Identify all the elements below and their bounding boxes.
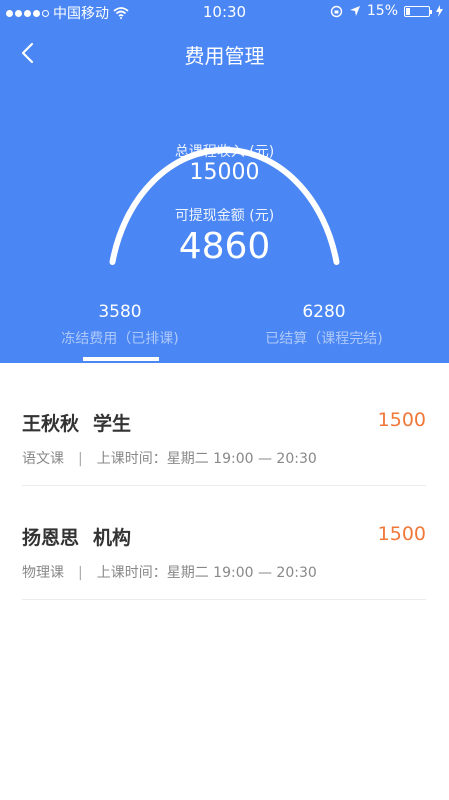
- list-item[interactable]: 王秋秋 学生 1500 语文课 | 上课时间：星期二 19:00 — 20:30: [22, 371, 426, 486]
- withdrawable-value: 4860: [178, 226, 271, 267]
- record-schedule: 上课时间：星期二 19:00 — 20:30: [96, 565, 317, 581]
- record-name: 扬恩思: [22, 527, 80, 549]
- record-amount: 1500: [377, 409, 426, 431]
- record-type: 机构: [93, 527, 132, 549]
- total-income-label: 总课程收入 (元): [174, 144, 275, 160]
- tab-frozen-fees[interactable]: 3580 冻结费用（已排课): [8, 302, 232, 348]
- header-panel: 中国移动 10:30 15% 费用管理 总课程收入 (元) 15000 可提现金…: [0, 0, 449, 363]
- record-name: 王秋秋: [22, 413, 80, 435]
- settled-fees-value: 6280: [302, 302, 346, 322]
- record-separator: |: [78, 451, 83, 467]
- withdrawable-label: 可提现金额 (元): [174, 208, 275, 224]
- record-type: 学生: [93, 413, 132, 435]
- record-course: 语文课: [22, 451, 64, 467]
- active-tab-indicator: [83, 357, 159, 361]
- total-income-value: 15000: [189, 160, 260, 185]
- record-schedule: 上课时间：星期二 19:00 — 20:30: [96, 451, 317, 467]
- record-separator: |: [78, 565, 83, 581]
- list-item[interactable]: 扬恩思 机构 1500 物理课 | 上课时间：星期二 19:00 — 20:30: [22, 485, 426, 600]
- tab-settled-fees[interactable]: 6280 已结算（课程完结): [212, 302, 436, 348]
- record-course: 物理课: [22, 565, 64, 581]
- settled-fees-label: 已结算（课程完结): [265, 331, 383, 347]
- frozen-fees-label: 冻结费用（已排课): [61, 331, 179, 347]
- frozen-fees-value: 3580: [98, 302, 142, 322]
- record-amount: 1500: [377, 523, 426, 545]
